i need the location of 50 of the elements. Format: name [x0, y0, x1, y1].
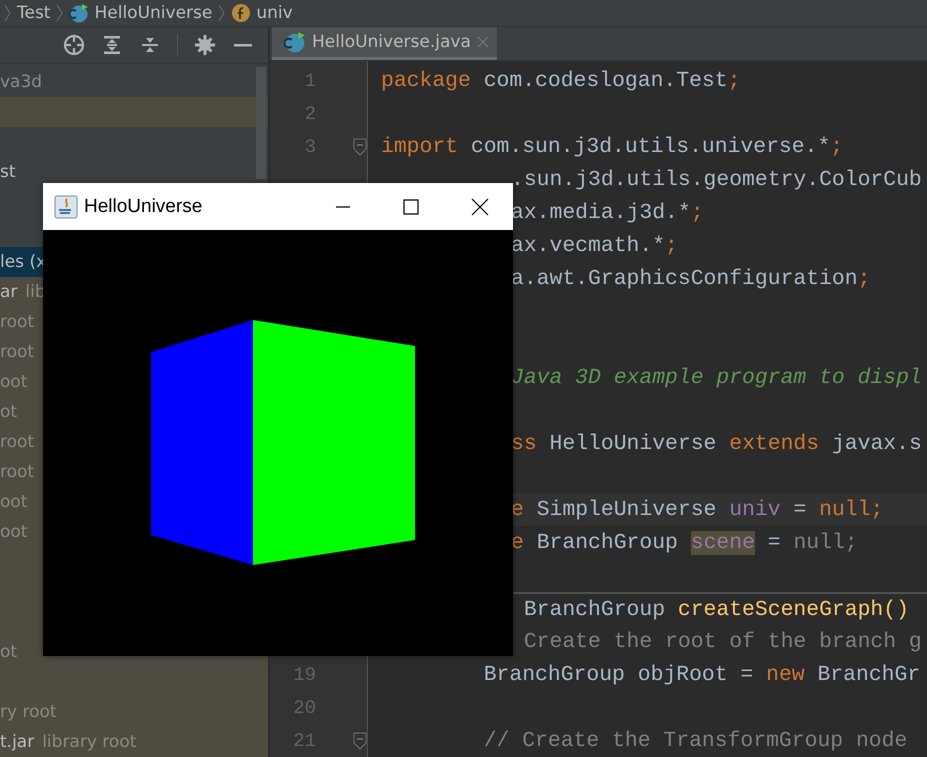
tree-item-hint: root	[0, 432, 34, 452]
java-icon	[54, 194, 78, 218]
code-line: Java 3D example program to displ	[511, 366, 922, 390]
breadcrumb-item[interactable]: univ	[231, 3, 293, 23]
code-line: // Create the TransformGroup node	[482, 728, 908, 752]
chevron-icon	[218, 4, 226, 22]
class-icon	[69, 3, 90, 23]
class-icon	[284, 31, 306, 53]
scrollbar[interactable]	[256, 67, 266, 179]
tree-item-hint: ry root	[0, 702, 57, 722]
fold-icon[interactable]	[353, 732, 367, 750]
field-icon	[231, 3, 252, 23]
code-line: ax.vecmath.*;	[511, 234, 678, 258]
code-line: a.awt.GraphicsConfiguration;	[511, 266, 870, 290]
code-line: .sun.j3d.utils.geometry.ColorCub	[511, 168, 922, 192]
code-line: ss HelloUniverse extends javax.s	[511, 432, 922, 456]
tree-item-hint: va3d	[0, 72, 42, 92]
window-title: HelloUniverse	[84, 196, 202, 218]
expand-all-icon[interactable]	[101, 34, 123, 56]
close-icon[interactable]	[471, 198, 489, 216]
tree-item-hint: root	[0, 312, 34, 332]
fold-icon[interactable]	[353, 138, 367, 156]
tree-item-hint: root	[0, 342, 34, 362]
tree-item-hint: ot	[0, 642, 18, 662]
code-line: ax.media.j3d.*;	[511, 200, 704, 224]
target-icon[interactable]	[63, 34, 85, 56]
code-line: import com.sun.j3d.utils.universe.*;	[381, 134, 844, 158]
tree-item-hint: library root	[42, 732, 136, 752]
editor-tab[interactable]: HelloUniverse.java	[272, 27, 497, 60]
tree-item-hint: oot	[0, 372, 28, 392]
maximize-icon[interactable]	[403, 198, 419, 214]
chevron-icon	[4, 4, 11, 22]
chevron-icon	[56, 4, 64, 22]
tree-item-hint: ot	[0, 402, 18, 422]
code-line: e SimpleUniverse univ = null;	[511, 498, 884, 522]
tree-item-hint: oot	[0, 522, 28, 542]
code-line: Create the root of the branch g	[522, 630, 922, 654]
tree-item-hint: root	[0, 462, 34, 482]
code-line: e BranchGroup scene = null;	[511, 530, 858, 554]
tree-item-label[interactable]: st	[0, 162, 16, 182]
breadcrumb-item[interactable]: HelloUniverse	[69, 3, 212, 23]
tree-item-label[interactable]: t.jar	[0, 732, 34, 752]
settings-icon[interactable]	[194, 34, 216, 56]
breadcrumb-item[interactable]: Test	[17, 3, 50, 23]
library-tree-row[interactable]: t.jar library root	[0, 727, 268, 757]
code-line: BranchGroup objRoot = new BranchGr	[482, 662, 920, 686]
code-line: BranchGroup createSceneGraph()	[522, 598, 909, 622]
tree-item-hint: oot	[0, 492, 28, 512]
tree-item-label[interactable]: ar	[0, 282, 18, 302]
code-line: package com.codeslogan.Test;	[381, 68, 740, 92]
